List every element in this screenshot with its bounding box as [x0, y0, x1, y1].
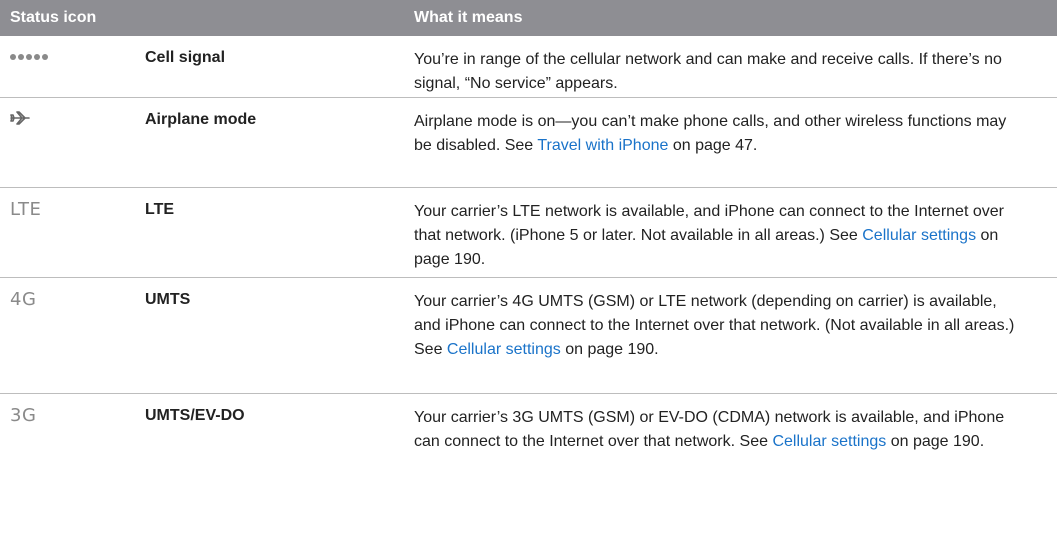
status-description: You’re in range of the cellular network … — [414, 36, 1057, 97]
status-name: Cell signal — [145, 49, 226, 66]
airplane-icon — [10, 111, 30, 125]
status-icon-cell — [0, 36, 145, 97]
table-header: Status icon What it means — [0, 0, 1057, 36]
status-name: UMTS — [145, 291, 191, 308]
status-icon-3g: 3G — [0, 394, 145, 494]
status-name: Airplane mode — [145, 111, 257, 128]
dots-signal-icon — [10, 54, 145, 60]
status-icon-lte: LTE — [0, 188, 145, 277]
description-text-post: on page 190. — [560, 341, 659, 358]
3g-icon: 3G — [10, 405, 37, 426]
status-icons-table: Status icon What it means Cell signal Yo… — [0, 0, 1057, 494]
4g-icon: 4G — [10, 289, 37, 310]
status-description: Your carrier’s LTE network is available,… — [414, 188, 1057, 277]
status-icon-4g: 4G — [0, 278, 145, 393]
table-row: 4G UMTS Your carrier’s 4G UMTS (GSM) or … — [0, 278, 1057, 394]
cellular-settings-link[interactable]: Cellular settings — [862, 227, 976, 244]
status-description: Your carrier’s 4G UMTS (GSM) or LTE netw… — [414, 278, 1057, 393]
description-text: You’re in range of the cellular network … — [414, 51, 1002, 92]
table-row: Airplane mode Airplane mode is on—you ca… — [0, 98, 1057, 188]
description-text-post: on page 190. — [886, 433, 985, 450]
status-description: Airplane mode is on—you can’t make phone… — [414, 98, 1057, 187]
table-row: LTE LTE Your carrier’s LTE network is av… — [0, 188, 1057, 278]
description-text-post: on page 47. — [668, 137, 758, 154]
header-status-icon: Status icon — [10, 9, 97, 26]
table-row: 3G UMTS/EV-DO Your carrier’s 3G UMTS (GS… — [0, 394, 1057, 494]
travel-link[interactable]: Travel with iPhone — [537, 137, 668, 154]
status-icon-airplane — [0, 98, 145, 187]
status-name: LTE — [145, 201, 175, 218]
header-what-it-means: What it means — [414, 9, 523, 26]
status-name: UMTS/EV-DO — [145, 407, 245, 424]
table-row: Cell signal You’re in range of the cellu… — [0, 36, 1057, 98]
status-description: Your carrier’s 3G UMTS (GSM) or EV-DO (C… — [414, 394, 1057, 494]
cellular-settings-link[interactable]: Cellular settings — [772, 433, 886, 450]
lte-icon: LTE — [10, 199, 42, 220]
cellular-settings-link[interactable]: Cellular settings — [447, 341, 561, 358]
